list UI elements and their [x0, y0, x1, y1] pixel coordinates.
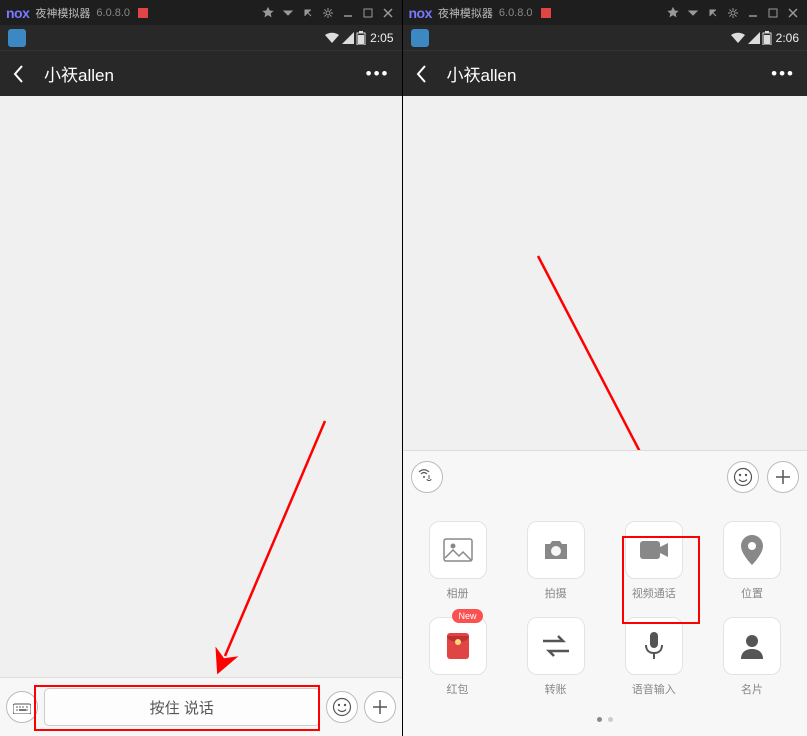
keyboard-toggle[interactable]	[6, 691, 38, 723]
battery-icon	[356, 31, 366, 45]
attach-camera[interactable]: 拍摄	[513, 521, 599, 601]
chat-header: 小祆allen •••	[0, 50, 402, 96]
image-icon	[429, 521, 487, 579]
shake-icon[interactable]	[300, 5, 316, 21]
page-indicator	[415, 713, 796, 726]
clock: 2:05	[370, 31, 393, 45]
nox-version: 6.0.8.0	[96, 7, 130, 19]
nox-titlebar: nox 夜神模拟器 6.0.8.0	[0, 0, 402, 25]
plus-button[interactable]	[767, 461, 799, 493]
more-button[interactable]: •••	[366, 64, 390, 84]
app-icon	[411, 29, 429, 47]
back-button[interactable]	[12, 62, 36, 86]
label: 转账	[545, 681, 567, 697]
transfer-icon	[527, 617, 585, 675]
wifi-icon	[324, 32, 340, 44]
back-button[interactable]	[415, 62, 439, 86]
redpacket-icon	[429, 617, 487, 675]
attach-videocall[interactable]: 视频通话	[611, 521, 697, 601]
plus-button[interactable]	[364, 691, 396, 723]
gear-icon[interactable]	[725, 5, 741, 21]
nox-version: 6.0.8.0	[499, 7, 533, 19]
attach-voiceinput[interactable]: 语音输入	[611, 617, 697, 697]
chat-body[interactable]: 按住 说话	[0, 96, 402, 736]
attach-card[interactable]: 名片	[709, 617, 795, 697]
person-icon	[723, 617, 781, 675]
gear-icon[interactable]	[320, 5, 336, 21]
android-statusbar: 2:06	[403, 25, 807, 50]
chat-title: 小祆allen	[44, 61, 114, 86]
attach-transfer[interactable]: 转账	[513, 617, 599, 697]
emoji-button[interactable]	[326, 691, 358, 723]
voice-toggle[interactable]	[411, 461, 443, 493]
video-icon	[625, 521, 683, 579]
nox-logo: nox	[6, 5, 29, 21]
maximize-icon[interactable]	[360, 5, 376, 21]
label: 红包	[447, 681, 469, 697]
attach-album[interactable]: 相册	[415, 521, 501, 601]
android-statusbar: 2:05	[0, 25, 402, 50]
left-panel: nox 夜神模拟器 6.0.8.0 2:05 小祆allen ••• 按住	[0, 0, 402, 736]
chat-header: 小祆allen •••	[403, 50, 807, 96]
more-button[interactable]: •••	[771, 64, 795, 84]
attach-location[interactable]: 位置	[709, 521, 795, 601]
voice-record-button[interactable]: 按住 说话	[44, 688, 320, 726]
label: 语音输入	[632, 681, 676, 697]
close-icon[interactable]	[785, 5, 801, 21]
nox-titlebar: nox 夜神模拟器 6.0.8.0	[403, 0, 807, 25]
chat-body[interactable]: 相册 拍摄 视频通话 位置	[403, 96, 807, 736]
label: 名片	[741, 681, 763, 697]
emoji-button[interactable]	[727, 461, 759, 493]
label: 拍摄	[545, 585, 567, 601]
maximize-icon[interactable]	[765, 5, 781, 21]
minimize-icon[interactable]	[745, 5, 761, 21]
label: 相册	[447, 585, 469, 601]
attachment-grid: 相册 拍摄 视频通话 位置	[403, 503, 807, 736]
right-panel: nox 夜神模拟器 6.0.8.0 2:06 小祆allen •••	[403, 0, 807, 736]
attach-redpacket[interactable]: New 红包	[415, 617, 501, 697]
pin-icon[interactable]	[665, 5, 681, 21]
alert-icon	[138, 8, 148, 18]
clock: 2:06	[776, 31, 799, 45]
nox-title: 夜神模拟器	[35, 5, 90, 21]
red-arrow	[140, 416, 330, 676]
minimize-icon[interactable]	[340, 5, 356, 21]
mic-icon	[625, 617, 683, 675]
new-badge: New	[452, 609, 482, 623]
nox-title: 夜神模拟器	[438, 5, 493, 21]
alert-icon	[541, 8, 551, 18]
pin-icon[interactable]	[260, 5, 276, 21]
input-toolbar	[403, 450, 807, 503]
battery-icon	[762, 31, 772, 45]
shake-icon[interactable]	[705, 5, 721, 21]
wifi-icon	[730, 32, 746, 44]
label: 位置	[741, 585, 763, 601]
label: 视频通话	[632, 585, 676, 601]
caret-down-icon[interactable]	[280, 5, 296, 21]
input-bar: 按住 说话	[0, 677, 402, 736]
dot-active	[597, 717, 602, 722]
camera-icon	[527, 521, 585, 579]
close-icon[interactable]	[380, 5, 396, 21]
pin-icon	[723, 521, 781, 579]
nox-logo: nox	[409, 5, 432, 21]
signal-icon	[748, 32, 760, 44]
signal-icon	[342, 32, 354, 44]
caret-down-icon[interactable]	[685, 5, 701, 21]
app-icon	[8, 29, 26, 47]
chat-title: 小祆allen	[447, 61, 517, 86]
dot	[608, 717, 613, 722]
